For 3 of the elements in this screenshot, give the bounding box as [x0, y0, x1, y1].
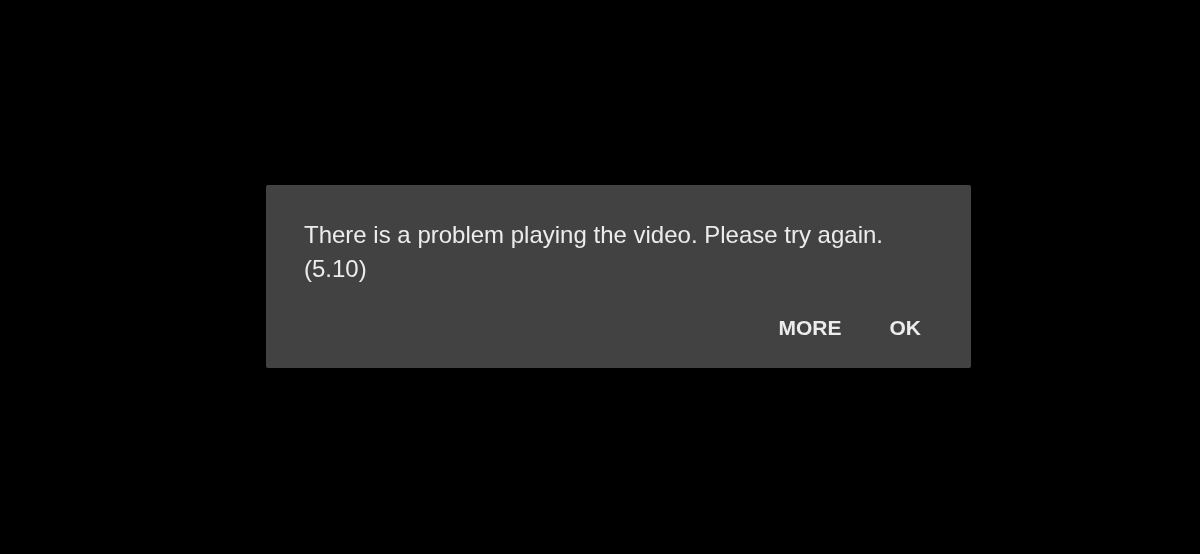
error-message: There is a problem playing the video. Please try again. (5.10)	[304, 220, 884, 284]
dialog-button[interactable]: OK	[875, 308, 935, 348]
dialog-button[interactable]: MORE	[764, 308, 856, 348]
